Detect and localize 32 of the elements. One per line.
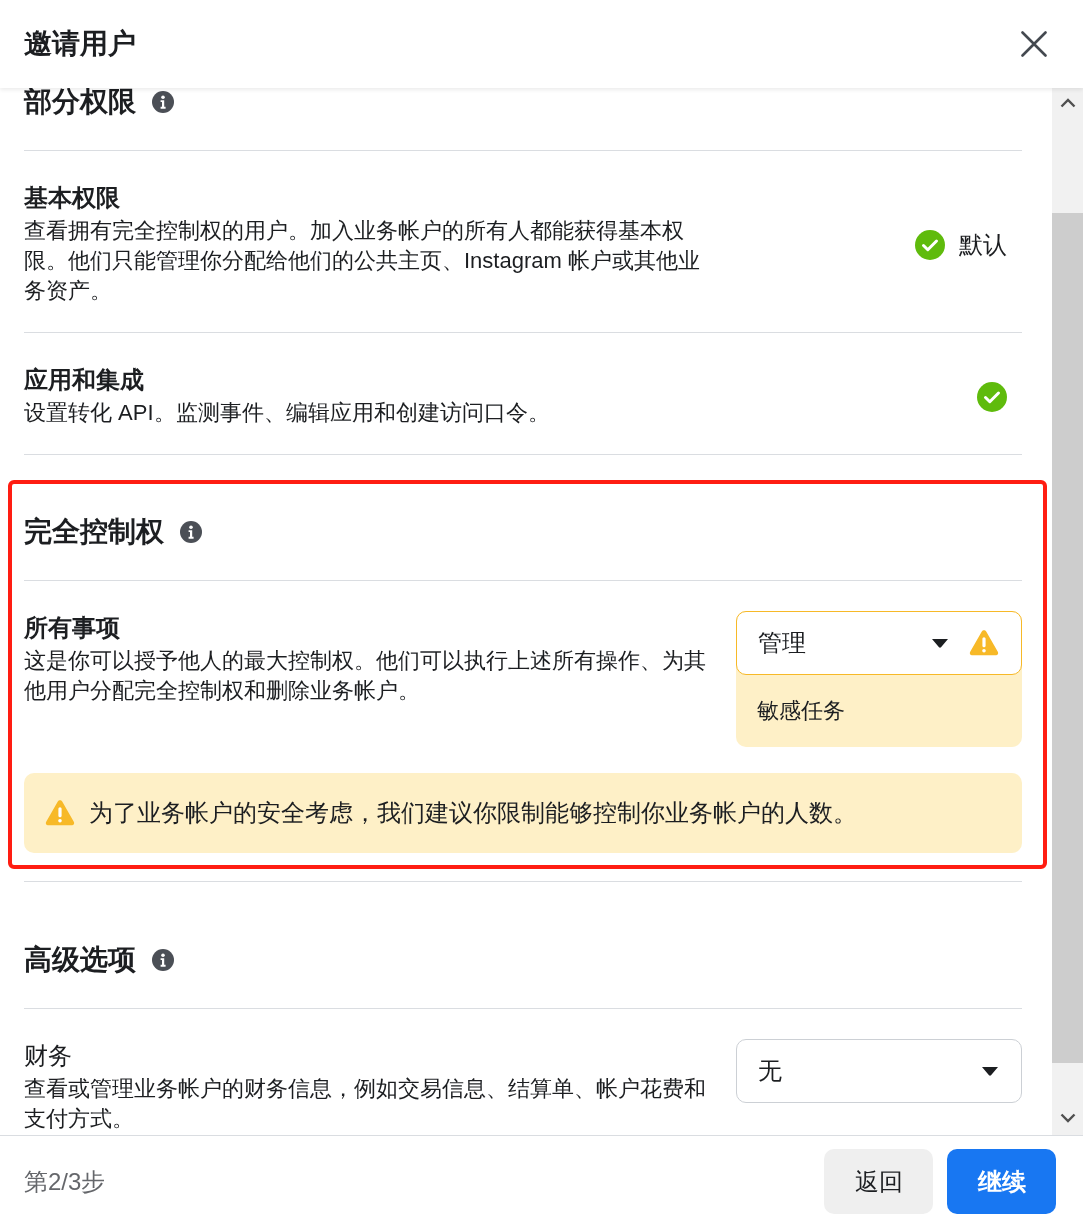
role-dropdown[interactable]: 管理 [736,611,1022,675]
scrollbar[interactable] [1052,88,1083,1135]
permission-description: 查看拥有完全控制权的用户。加入业务帐户的所有人都能获得基本权限。他们只能管理你分配给他们的公共主页、Instagram 帐户或其他业务资产。 [24,217,701,305]
continue-button[interactable]: 继续 [947,1149,1056,1214]
permission-title: 财务 [24,1041,73,1071]
warning-note: 敏感任务 [757,698,845,723]
permission-title: 所有事项 [24,613,121,643]
warning-icon [45,800,75,826]
warning-icon [969,630,999,656]
permission-title: 基本权限 [24,183,121,213]
info-icon[interactable] [152,91,174,113]
info-icon[interactable] [180,521,202,543]
step-indicator: 第2/3步 [24,1166,106,1197]
scrollbar-thumb[interactable] [1052,213,1083,1063]
chevron-up-icon [1059,98,1076,108]
status-label: 默认 [959,229,1007,260]
permission-description: 这是你可以授予他人的最大控制权。他们可以执行上述所有操作、为其他用户分配完全控制权和删除业务帐户。 [24,647,707,705]
close-button[interactable] [1021,31,1047,57]
dialog-title: 邀请用户 [24,27,136,61]
section-heading: 完全控制权 [24,516,164,548]
back-button[interactable]: 返回 [824,1149,933,1214]
chevron-down-icon [1059,1113,1076,1123]
caret-down-icon [981,1066,999,1076]
caret-down-icon [931,638,949,648]
close-icon [1021,31,1047,57]
permission-title: 应用和集成 [24,365,145,395]
info-icon[interactable] [152,949,174,971]
role-dropdown[interactable]: 无 [736,1039,1022,1103]
warning-message: 为了业务帐户的安全考虑，我们建议你限制能够控制你业务帐户的人数。 [89,798,857,828]
permission-description: 设置转化 API。监测事件、编辑应用和创建访问口令。 [24,399,551,427]
permission-description: 查看或管理业务帐户的财务信息，例如交易信息、结算单、帐户花费和支付方式。 [24,1075,707,1133]
section-heading: 高级选项 [24,944,136,976]
